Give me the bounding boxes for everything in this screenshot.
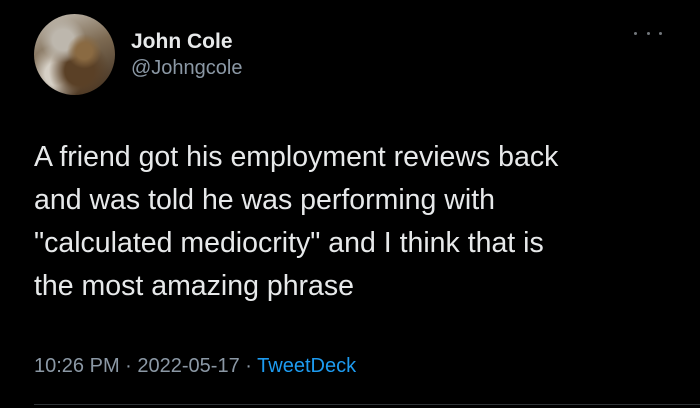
tweet-date[interactable]: 2022-05-17: [137, 355, 239, 377]
meta-separator: ·: [125, 355, 132, 377]
meta-separator: ·: [245, 355, 252, 377]
avatar[interactable]: [34, 14, 115, 95]
tweet-text-line: "calculated mediocrity" and I think that…: [34, 227, 544, 259]
tweet-text-line: and was told he was performing with: [34, 184, 495, 216]
author-name[interactable]: John Cole: [131, 30, 233, 54]
more-dot: [634, 31, 637, 35]
tweet-source[interactable]: TweetDeck: [257, 355, 356, 377]
tweet-text: A friend got his employment reviews back…: [34, 136, 684, 308]
author-handle[interactable]: @Johngcole: [131, 57, 242, 80]
more-dot: [659, 31, 662, 35]
more-icon[interactable]: [634, 26, 662, 40]
tweet: John Cole @Johngcole A friend got his em…: [0, 0, 700, 408]
tweet-text-line: A friend got his employment reviews back: [34, 141, 559, 173]
more-dot: [646, 31, 650, 35]
tweet-text-line: the most amazing phrase: [34, 270, 354, 302]
tweet-meta: 10:26 PM · 2022-05-17 · TweetDeck: [34, 355, 356, 378]
divider: [34, 404, 700, 405]
tweet-time[interactable]: 10:26 PM: [34, 355, 120, 377]
